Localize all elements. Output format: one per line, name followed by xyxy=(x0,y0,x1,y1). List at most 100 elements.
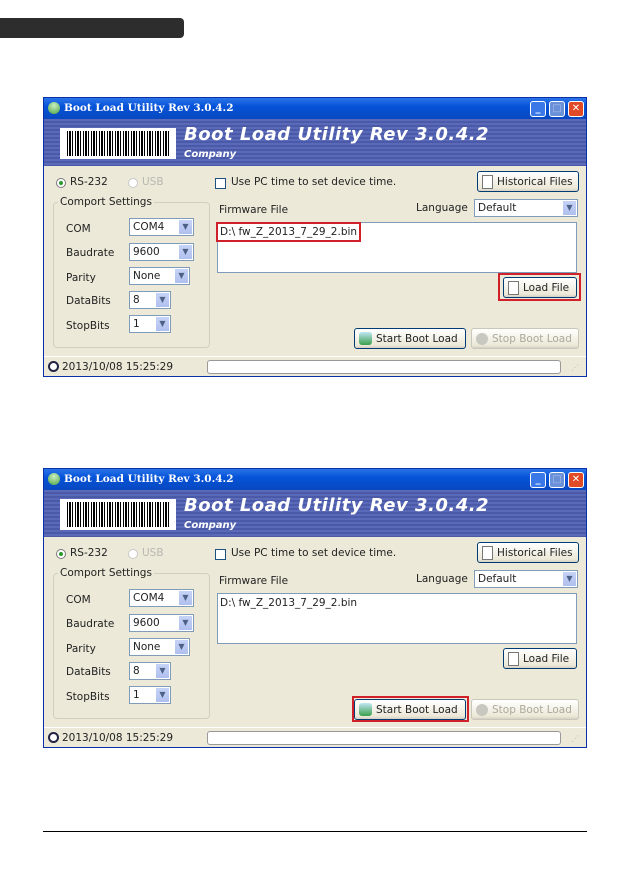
rs232-label: RS-232 xyxy=(70,547,108,559)
stopbits-label: StopBits xyxy=(66,320,110,332)
rs232-radio[interactable] xyxy=(56,178,66,188)
usb-radio xyxy=(128,178,138,188)
stopbits-value: 1 xyxy=(133,689,140,701)
com-label: COM xyxy=(66,223,91,235)
banner: Boot Load Utility Rev 3.0.4.2 Company xyxy=(44,490,586,537)
boot-load-window: Boot Load Utility Rev 3.0.4.2 _ □ ✕ Boot… xyxy=(43,468,587,748)
banner: Boot Load Utility Rev 3.0.4.2 Company xyxy=(44,119,586,166)
databits-label: DataBits xyxy=(66,666,111,678)
com-select[interactable]: COM4 ▼ xyxy=(129,218,194,236)
load-file-button[interactable]: Load File xyxy=(503,648,577,669)
chevron-down-icon: ▼ xyxy=(179,591,192,605)
parity-select[interactable]: None ▼ xyxy=(129,267,190,285)
group-title: Comport Settings xyxy=(58,196,154,208)
stop-label: Stop Boot Load xyxy=(492,703,572,716)
clock-icon xyxy=(48,361,59,372)
stopbits-value: 1 xyxy=(133,318,140,330)
minimize-button[interactable]: _ xyxy=(530,472,546,488)
rs232-radio[interactable] xyxy=(56,549,66,559)
firmware-file-label: Firmware File xyxy=(219,575,289,587)
chevron-down-icon: ▼ xyxy=(175,640,188,654)
close-button[interactable]: ✕ xyxy=(568,101,584,117)
baudrate-label: Baudrate xyxy=(66,618,115,630)
firmware-path: D:\ fw_Z_2013_7_29_2.bin xyxy=(216,222,362,242)
baudrate-value: 9600 xyxy=(133,617,160,629)
banner-title: Boot Load Utility Rev 3.0.4.2 xyxy=(184,124,490,145)
title-bar: Boot Load Utility Rev 3.0.4.2 _ □ ✕ xyxy=(44,98,586,119)
chevron-down-icon: ▼ xyxy=(156,317,169,331)
load-file-label: Load File xyxy=(523,281,570,294)
resize-grip-icon[interactable]: ⋰ xyxy=(571,734,579,743)
file-icon xyxy=(508,280,519,295)
language-select[interactable]: Default ▼ xyxy=(474,199,578,217)
app-icon xyxy=(48,473,60,485)
stopbits-select[interactable]: 1 ▼ xyxy=(129,686,171,704)
chevron-down-icon: ▼ xyxy=(175,269,188,283)
minimize-button[interactable]: _ xyxy=(530,101,546,117)
baudrate-select[interactable]: 9600 ▼ xyxy=(129,614,194,632)
parity-select[interactable]: None ▼ xyxy=(129,638,190,656)
barcode-logo xyxy=(60,128,176,159)
usb-radio xyxy=(128,549,138,559)
status-bar: 2013/10/08 15:25:29 ⋰ xyxy=(44,727,586,748)
maximize-button: □ xyxy=(549,101,565,117)
stop-boot-load-button: Stop Boot Load xyxy=(471,328,579,349)
start-boot-load-button[interactable]: Start Boot Load xyxy=(354,699,466,720)
parity-label: Parity xyxy=(66,272,96,284)
language-select[interactable]: Default ▼ xyxy=(474,570,578,588)
historical-files-label: Historical Files xyxy=(497,546,573,559)
barcode-logo xyxy=(60,499,176,530)
footer-rule xyxy=(43,831,587,832)
banner-company: Company xyxy=(184,149,237,160)
title-bar: Boot Load Utility Rev 3.0.4.2 _ □ ✕ xyxy=(44,469,586,490)
load-file-button[interactable]: Load File xyxy=(503,277,577,298)
start-boot-load-button[interactable]: Start Boot Load xyxy=(354,328,466,349)
file-icon xyxy=(508,651,519,666)
chevron-down-icon: ▼ xyxy=(156,688,169,702)
boot-load-window: Boot Load Utility Rev 3.0.4.2 _ □ ✕ Boot… xyxy=(43,97,587,377)
use-pc-time-label: Use PC time to set device time. xyxy=(231,547,397,559)
firmware-path: D:\ fw_Z_2013_7_29_2.bin xyxy=(220,597,358,609)
app-icon xyxy=(48,102,60,114)
chevron-down-icon: ▼ xyxy=(156,293,169,307)
progress-bar xyxy=(207,360,561,374)
datetime: 2013/10/08 15:25:29 xyxy=(62,361,174,373)
banner-company: Company xyxy=(184,520,237,531)
maximize-button: □ xyxy=(549,472,565,488)
databits-select[interactable]: 8 ▼ xyxy=(129,662,171,680)
use-pc-time-checkbox[interactable] xyxy=(215,549,226,560)
usb-label: USB xyxy=(142,176,164,188)
com-select[interactable]: COM4 ▼ xyxy=(129,589,194,607)
list-icon xyxy=(482,545,493,560)
historical-files-button[interactable]: Historical Files xyxy=(477,542,579,563)
resize-grip-icon[interactable]: ⋰ xyxy=(571,363,579,372)
stop-label: Stop Boot Load xyxy=(492,332,572,345)
firmware-file-label: Firmware File xyxy=(219,204,289,216)
close-button[interactable]: ✕ xyxy=(568,472,584,488)
databits-select[interactable]: 8 ▼ xyxy=(129,291,171,309)
parity-value: None xyxy=(133,641,161,653)
parity-value: None xyxy=(133,270,161,282)
stop-icon xyxy=(476,703,488,716)
boot-icon xyxy=(359,332,372,345)
use-pc-time-checkbox[interactable] xyxy=(215,178,226,189)
stopbits-select[interactable]: 1 ▼ xyxy=(129,315,171,333)
stopbits-label: StopBits xyxy=(66,691,110,703)
language-value: Default xyxy=(478,573,517,585)
language-value: Default xyxy=(478,202,517,214)
list-icon xyxy=(482,174,493,189)
rs232-label: RS-232 xyxy=(70,176,108,188)
historical-files-button[interactable]: Historical Files xyxy=(477,171,579,192)
stop-boot-load-button: Stop Boot Load xyxy=(471,699,579,720)
language-label: Language xyxy=(416,202,468,214)
databits-value: 8 xyxy=(133,294,140,306)
status-bar: 2013/10/08 15:25:29 ⋰ xyxy=(44,356,586,377)
chevron-down-icon: ▼ xyxy=(563,572,576,586)
historical-files-label: Historical Files xyxy=(497,175,573,188)
load-file-label: Load File xyxy=(523,652,570,665)
com-label: COM xyxy=(66,594,91,606)
com-value: COM4 xyxy=(133,592,165,604)
chevron-down-icon: ▼ xyxy=(179,220,192,234)
group-title: Comport Settings xyxy=(58,567,154,579)
baudrate-select[interactable]: 9600 ▼ xyxy=(129,243,194,261)
